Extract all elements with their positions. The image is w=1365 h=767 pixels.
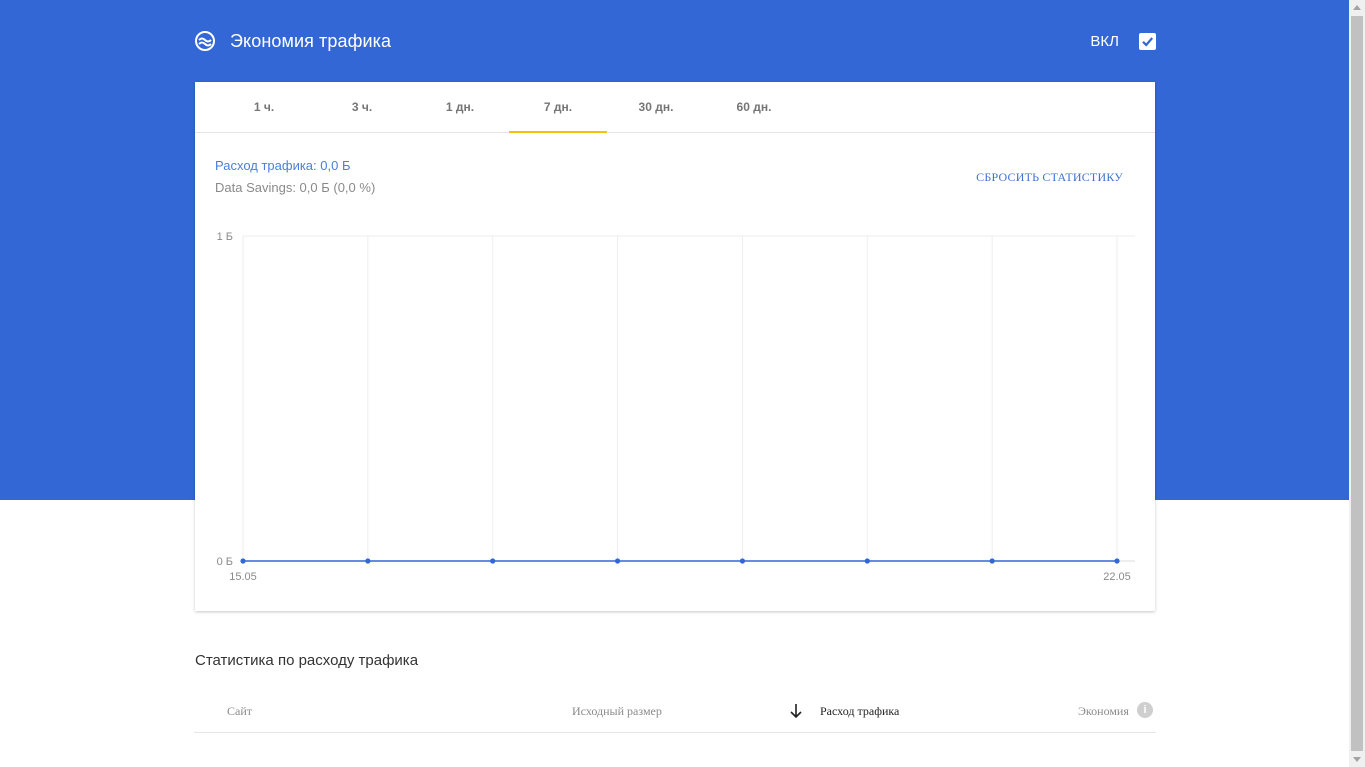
data-point: [1114, 558, 1120, 564]
data-point: [365, 558, 371, 564]
column-original-size[interactable]: Исходный размер: [572, 704, 662, 719]
scroll-down-arrow-icon[interactable]: [1353, 757, 1361, 762]
y-tick-label: 1 Б: [217, 231, 233, 243]
page: Экономия трафика ВКЛ 1 ч. 3 ч. 1 дн. 7 д…: [0, 0, 1365, 767]
info-icon[interactable]: i: [1137, 702, 1153, 718]
scroll-up-arrow-icon[interactable]: [1353, 5, 1361, 10]
enable-checkbox[interactable]: [1139, 32, 1156, 50]
data-point: [490, 558, 496, 564]
data-saver-icon: [194, 30, 216, 52]
traffic-card: 1 ч. 3 ч. 1 дн. 7 дн. 30 дн. 60 дн. Расх…: [195, 82, 1155, 611]
traffic-chart: 1 Б 0 Б 15.05 22.05: [217, 231, 1135, 583]
enable-toggle: ВКЛ: [1090, 32, 1156, 50]
stats-title: Статистика по расходу трафика: [195, 652, 419, 669]
x-tick-label: 22.05: [1103, 571, 1131, 583]
column-usage[interactable]: Расход трафика: [820, 704, 899, 719]
app-header: Экономия трафика ВКЛ: [194, 24, 1156, 58]
app-title: Экономия трафика: [230, 30, 392, 51]
y-tick-label: 0 Б: [217, 556, 233, 568]
data-point: [240, 558, 246, 564]
data-point: [614, 558, 621, 564]
data-point: [864, 558, 870, 564]
arrow-down-icon[interactable]: [788, 702, 804, 720]
checkmark-icon: [1142, 36, 1154, 47]
toggle-label: ВКЛ: [1090, 32, 1119, 50]
column-savings[interactable]: Экономия: [1078, 704, 1129, 719]
data-point: [989, 558, 995, 564]
data-point: [739, 558, 746, 564]
stats-table-header: Сайт Исходный размер Расход трафика Экон…: [194, 692, 1156, 733]
column-site[interactable]: Сайт: [227, 704, 252, 719]
x-tick-label: 15.05: [229, 571, 257, 583]
scrollbar-thumb[interactable]: [1351, 16, 1363, 751]
